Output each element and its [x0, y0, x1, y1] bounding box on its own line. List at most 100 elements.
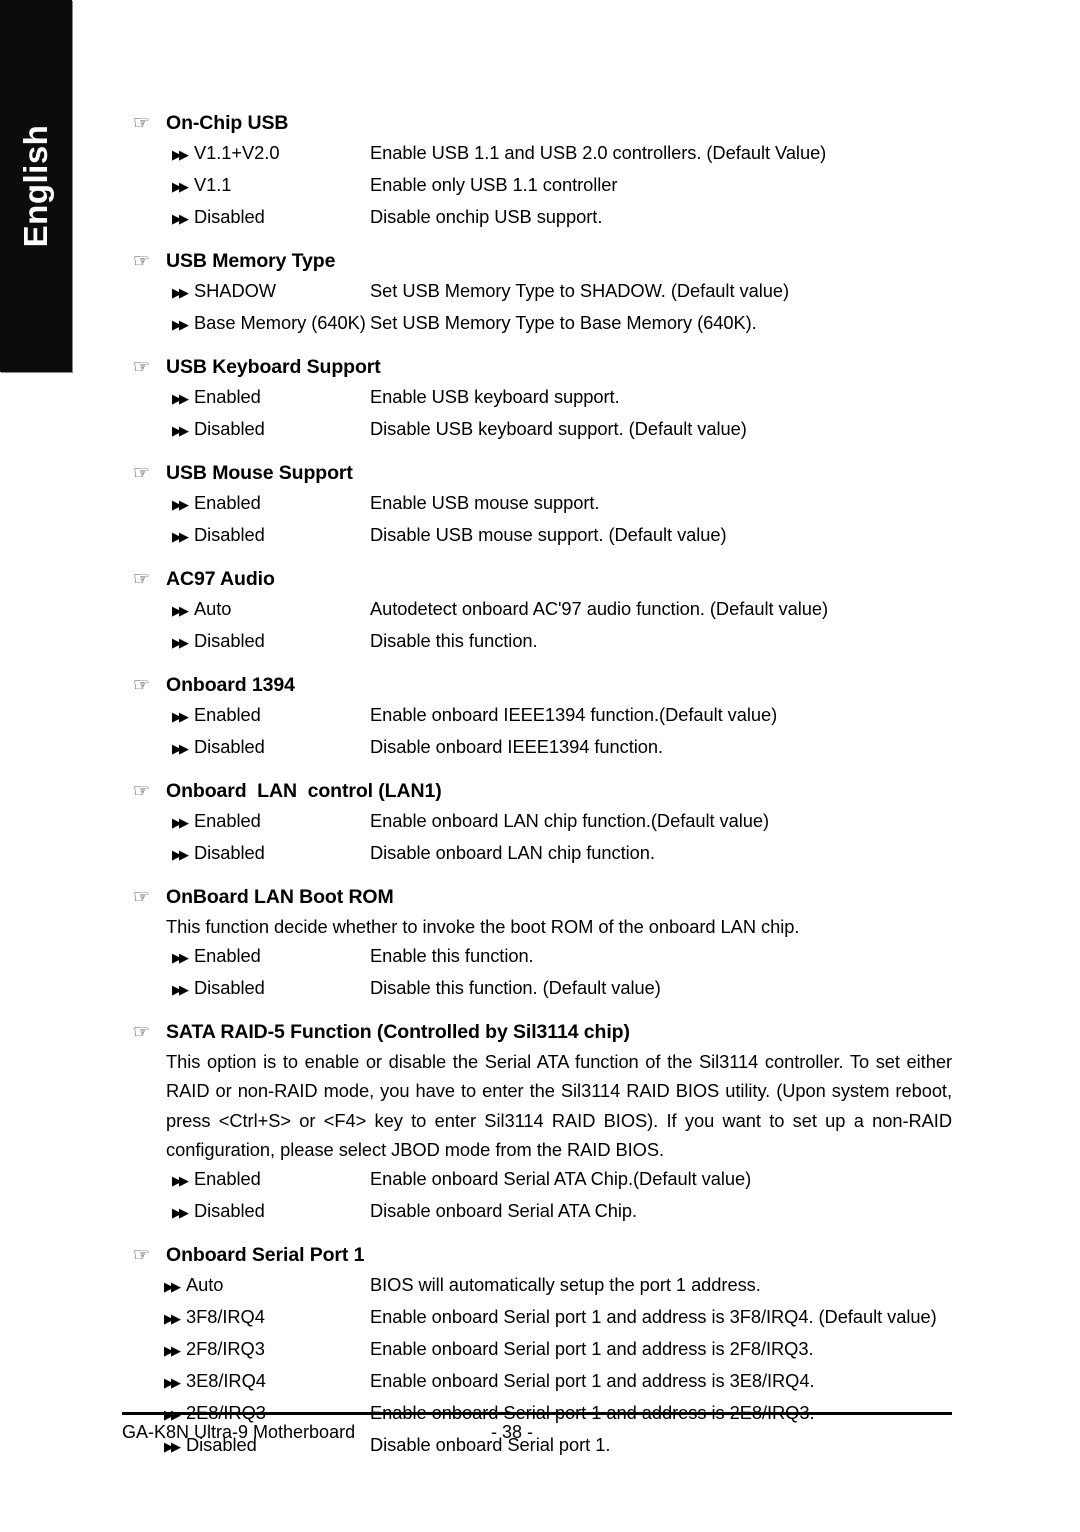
- option-list: ▶▶ Enabled Enable USB keyboard support. ▶▶ D…: [122, 382, 952, 446]
- section-heading-label: USB Memory Type: [166, 250, 336, 272]
- double-arrow-icon: ▶▶: [164, 1344, 181, 1360]
- pointing-hand-icon: ☞: [133, 1244, 150, 1267]
- option-list: ▶▶ Enabled Enable onboard Serial ATA Chip.…: [122, 1164, 952, 1228]
- section-heading-label: Onboard 1394: [166, 674, 295, 696]
- option-value-label: Auto: [186, 1274, 224, 1296]
- option-list: ▶▶ SHADOW Set USB Memory Type to SHADOW. (…: [122, 276, 952, 340]
- section-heading: ☞ OnBoard LAN Boot ROM: [122, 882, 952, 912]
- option-description: BIOS will automatically setup the port 1…: [370, 1274, 761, 1296]
- section-heading-label: AC97 Audio: [166, 568, 275, 590]
- bios-setting-section: ☞ Onboard LAN control (LAN1) ▶▶ Enabled Enab…: [122, 776, 952, 870]
- option-value-label: V1.1: [194, 174, 232, 195]
- pointing-hand-icon: ☞: [133, 674, 150, 696]
- double-arrow-icon: ▶▶: [164, 1280, 181, 1296]
- double-arrow-icon: ▶▶: [172, 286, 189, 301]
- double-arrow-icon: ▶▶: [164, 1376, 181, 1392]
- double-arrow-icon: ▶▶: [172, 742, 189, 757]
- option-description: Enable USB keyboard support.: [370, 386, 620, 407]
- double-arrow-icon: ▶▶: [172, 530, 189, 545]
- option-value-label: Disabled: [194, 524, 265, 545]
- bios-setting-section: ☞ USB Mouse Support ▶▶ Enabled Enable USB mo…: [122, 458, 952, 552]
- pointing-hand-icon: ☞: [133, 462, 150, 484]
- option-value-label: V1.1+V2.0: [194, 142, 280, 163]
- double-arrow-icon: ▶▶: [172, 1174, 189, 1190]
- section-description: This option is to enable or disable the …: [166, 1051, 952, 1160]
- pointing-hand-icon: ☞: [133, 1021, 150, 1044]
- option-row: ▶▶ Disabled Disable onboard IEEE1394 funct…: [122, 732, 952, 764]
- option-row: ▶▶ 2F8/IRQ3 Enable onboard Serial port 1 a…: [122, 1334, 952, 1366]
- option-description: Enable onboard IEEE1394 function.(Defaul…: [370, 704, 778, 725]
- page-content: ☞ On-Chip USB ▶▶ V1.1+V2.0 Enable USB 1.1 an…: [122, 0, 952, 1462]
- option-value-label: Disabled: [194, 842, 265, 863]
- option-value-label: Disabled: [194, 630, 265, 651]
- option-row: ▶▶ V1.1+V2.0 Enable USB 1.1 and USB 2.0 co…: [122, 138, 952, 170]
- option-list: ▶▶ Auto Autodetect onboard AC'97 audio fun…: [122, 594, 952, 658]
- option-row: ▶▶ V1.1 Enable only USB 1.1 controller: [122, 170, 952, 202]
- option-row: ▶▶ Disabled Disable onboard LAN chip funct…: [122, 838, 952, 870]
- double-arrow-icon: ▶▶: [172, 848, 189, 863]
- option-row: ▶▶ Auto Autodetect onboard AC'97 audio fun…: [122, 594, 952, 626]
- option-row: ▶▶ Disabled Disable this function.: [122, 626, 952, 658]
- option-value-label: Enabled: [194, 810, 261, 831]
- option-description: Disable onboard IEEE1394 function.: [370, 736, 664, 757]
- option-value-label: 3E8/IRQ4: [186, 1370, 266, 1392]
- section-heading-label: Onboard Serial Port 1: [166, 1244, 365, 1267]
- option-value-label: Enabled: [194, 1168, 261, 1190]
- section-heading-label: USB Mouse Support: [166, 462, 353, 484]
- double-arrow-icon: ▶▶: [172, 710, 189, 725]
- option-description: Enable onboard Serial port 1 and address…: [370, 1338, 814, 1360]
- option-description: Disable this function. (Default value): [370, 977, 661, 999]
- option-row: ▶▶ Enabled Enable USB keyboard support.: [122, 382, 952, 414]
- option-description: Enable onboard LAN chip function.(Defaul…: [370, 810, 770, 831]
- double-arrow-icon: ▶▶: [172, 816, 189, 831]
- bios-setting-section: ☞ SATA RAID-5 Function (Controlled by Sil…: [122, 1017, 952, 1228]
- option-value-label: 3F8/IRQ4: [186, 1306, 265, 1328]
- section-heading: ☞ On-Chip USB: [122, 108, 952, 138]
- option-row: ▶▶ 3F8/IRQ4 Enable onboard Serial port 1 a…: [122, 1302, 952, 1334]
- section-heading-label: On-Chip USB: [166, 112, 289, 134]
- option-row: ▶▶ Enabled Enable onboard LAN chip functio…: [122, 806, 952, 838]
- option-row: ▶▶ 3E8/IRQ4 Enable onboard Serial port 1 a…: [122, 1366, 952, 1398]
- page-footer: GA-K8N Ultra-9 Motherboard - 38 -: [122, 1412, 952, 1446]
- bios-setting-section: ☞ USB Keyboard Support ▶▶ Enabled Enable USB…: [122, 352, 952, 446]
- option-value-label: Disabled: [194, 977, 265, 999]
- option-value-label: Base Memory (640K): [194, 312, 366, 333]
- option-description: Enable onboard Serial ATA Chip.(Default …: [370, 1168, 752, 1190]
- pointing-hand-icon: ☞: [133, 356, 150, 378]
- pointing-hand-icon: ☞: [133, 886, 150, 908]
- double-arrow-icon: ▶▶: [172, 318, 189, 333]
- option-row: ▶▶ Enabled Enable onboard Serial ATA Chip.…: [122, 1164, 952, 1196]
- section-heading: ☞ Onboard Serial Port 1: [122, 1240, 952, 1270]
- double-arrow-icon: ▶▶: [172, 1206, 189, 1222]
- language-tab-label: English: [17, 124, 54, 248]
- option-value-label: Auto: [194, 598, 232, 619]
- option-row: ▶▶ Auto BIOS will automatically setup the …: [122, 1270, 952, 1302]
- option-value-label: Disabled: [194, 736, 265, 757]
- section-heading: ☞ USB Keyboard Support: [122, 352, 952, 382]
- option-list: ▶▶ Enabled Enable USB mouse support. ▶▶ Disa…: [122, 488, 952, 552]
- option-value-label: Disabled: [194, 418, 265, 439]
- option-description: Enable onboard Serial port 1 and address…: [370, 1306, 937, 1328]
- option-list: ▶▶ Enabled Enable onboard LAN chip functio…: [122, 806, 952, 870]
- option-description: Disable onboard LAN chip function.: [370, 842, 655, 863]
- section-heading: ☞ AC97 Audio: [122, 564, 952, 594]
- option-row: ▶▶ Enabled Enable this function.: [122, 941, 952, 973]
- option-value-label: 2F8/IRQ3: [186, 1338, 265, 1360]
- option-list: ▶▶ Enabled Enable onboard IEEE1394 functio…: [122, 700, 952, 764]
- option-value-label: Enabled: [194, 386, 261, 407]
- bios-setting-section: ☞ OnBoard LAN Boot ROM This function decid…: [122, 882, 952, 1005]
- option-row: ▶▶ Disabled Disable onchip USB support.: [122, 202, 952, 234]
- option-value-label: Disabled: [194, 206, 265, 227]
- option-row: ▶▶ Disabled Disable USB keyboard support. …: [122, 414, 952, 446]
- double-arrow-icon: ▶▶: [164, 1312, 181, 1328]
- language-tab-english: English: [0, 0, 72, 372]
- option-value-label: Disabled: [194, 1200, 265, 1222]
- section-heading: ☞ USB Memory Type: [122, 246, 952, 276]
- bios-setting-section: ☞ On-Chip USB ▶▶ V1.1+V2.0 Enable USB 1.1 an…: [122, 108, 952, 234]
- double-arrow-icon: ▶▶: [172, 983, 189, 999]
- option-value-label: SHADOW: [194, 280, 276, 301]
- option-description: Disable onboard Serial ATA Chip.: [370, 1200, 638, 1222]
- pointing-hand-icon: ☞: [133, 250, 150, 272]
- option-value-label: Enabled: [194, 492, 261, 513]
- pointing-hand-icon: ☞: [133, 780, 150, 802]
